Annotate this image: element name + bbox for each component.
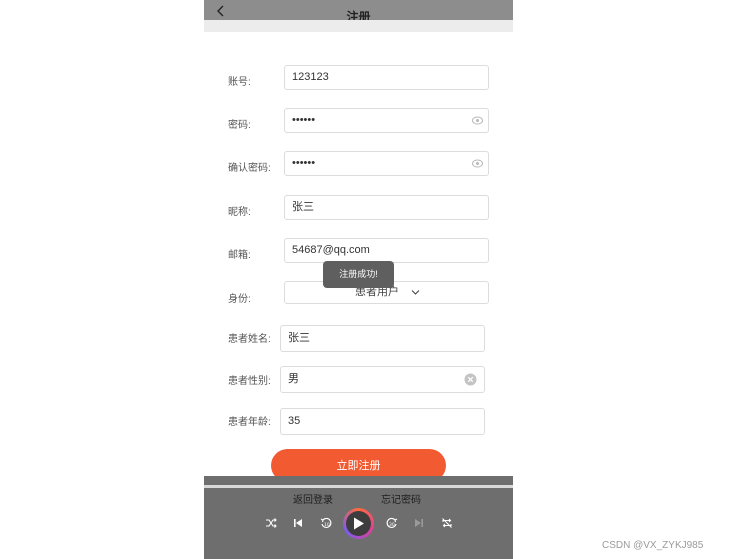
confirm-password-input[interactable]: •••••• [284,151,489,176]
progress-bar[interactable] [204,485,513,488]
play-button-center [346,511,371,536]
navigation-bar: 注册 [204,0,513,24]
nickname-label: 昵称: [228,207,251,218]
patient-age-value: 35 [288,415,301,427]
rewind-10-icon[interactable]: 10 [320,517,332,529]
password-value: •••••• [292,114,316,126]
patient-gender-label: 患者性别: [228,376,271,387]
email-label: 邮箱: [228,250,251,261]
patient-gender-input[interactable]: 男 [280,366,485,393]
password-input[interactable]: •••••• [284,108,489,133]
previous-icon[interactable] [292,517,304,529]
play-button[interactable] [343,508,374,539]
identity-label: 身份: [228,294,251,305]
phone-screen: 注册 账号: 123123 密码: •••••• 确认密码: •••••• 昵称… [204,0,513,559]
patient-name-label: 患者姓名: [228,334,271,345]
password-label: 密码: [228,120,251,131]
svg-text:10: 10 [324,522,330,528]
patient-age-label: 患者年龄: [228,417,271,428]
chevron-down-icon [411,290,420,295]
forward-30-icon[interactable]: 30 [386,517,398,529]
email-input[interactable]: 54687@qq.com [284,238,489,263]
confirm-password-value: •••••• [292,157,316,169]
play-icon [354,517,364,530]
patient-name-value: 张三 [288,332,310,344]
eye-icon[interactable] [472,159,483,168]
account-input[interactable]: 123123 [284,65,489,90]
patient-name-input[interactable]: 张三 [280,325,485,352]
svg-text:30: 30 [389,522,395,528]
confirm-password-label: 确认密码: [228,163,271,174]
watermark: CSDN @VX_ZYKJ985 [602,540,704,551]
account-value: 123123 [292,71,329,83]
nickname-input[interactable]: 张三 [284,195,489,220]
patient-age-input[interactable]: 35 [280,408,485,435]
shuffle-icon[interactable] [265,517,277,529]
eye-icon[interactable] [472,116,483,125]
repeat-off-icon[interactable] [441,517,453,529]
forgot-password-link[interactable]: 忘记密码 [381,491,421,506]
success-toast: 注册成功! [323,261,394,288]
patient-gender-value: 男 [288,373,299,385]
navigation-bar-shadow [204,20,513,32]
back-to-login-link[interactable]: 返回登录 [293,491,333,506]
media-control-overlay: 返回登录 忘记密码 10 30 [204,476,513,559]
clear-icon[interactable] [464,373,477,386]
next-icon[interactable] [413,517,425,529]
account-label: 账号: [228,77,251,88]
nickname-value: 张三 [292,201,314,213]
email-value: 54687@qq.com [292,244,370,256]
